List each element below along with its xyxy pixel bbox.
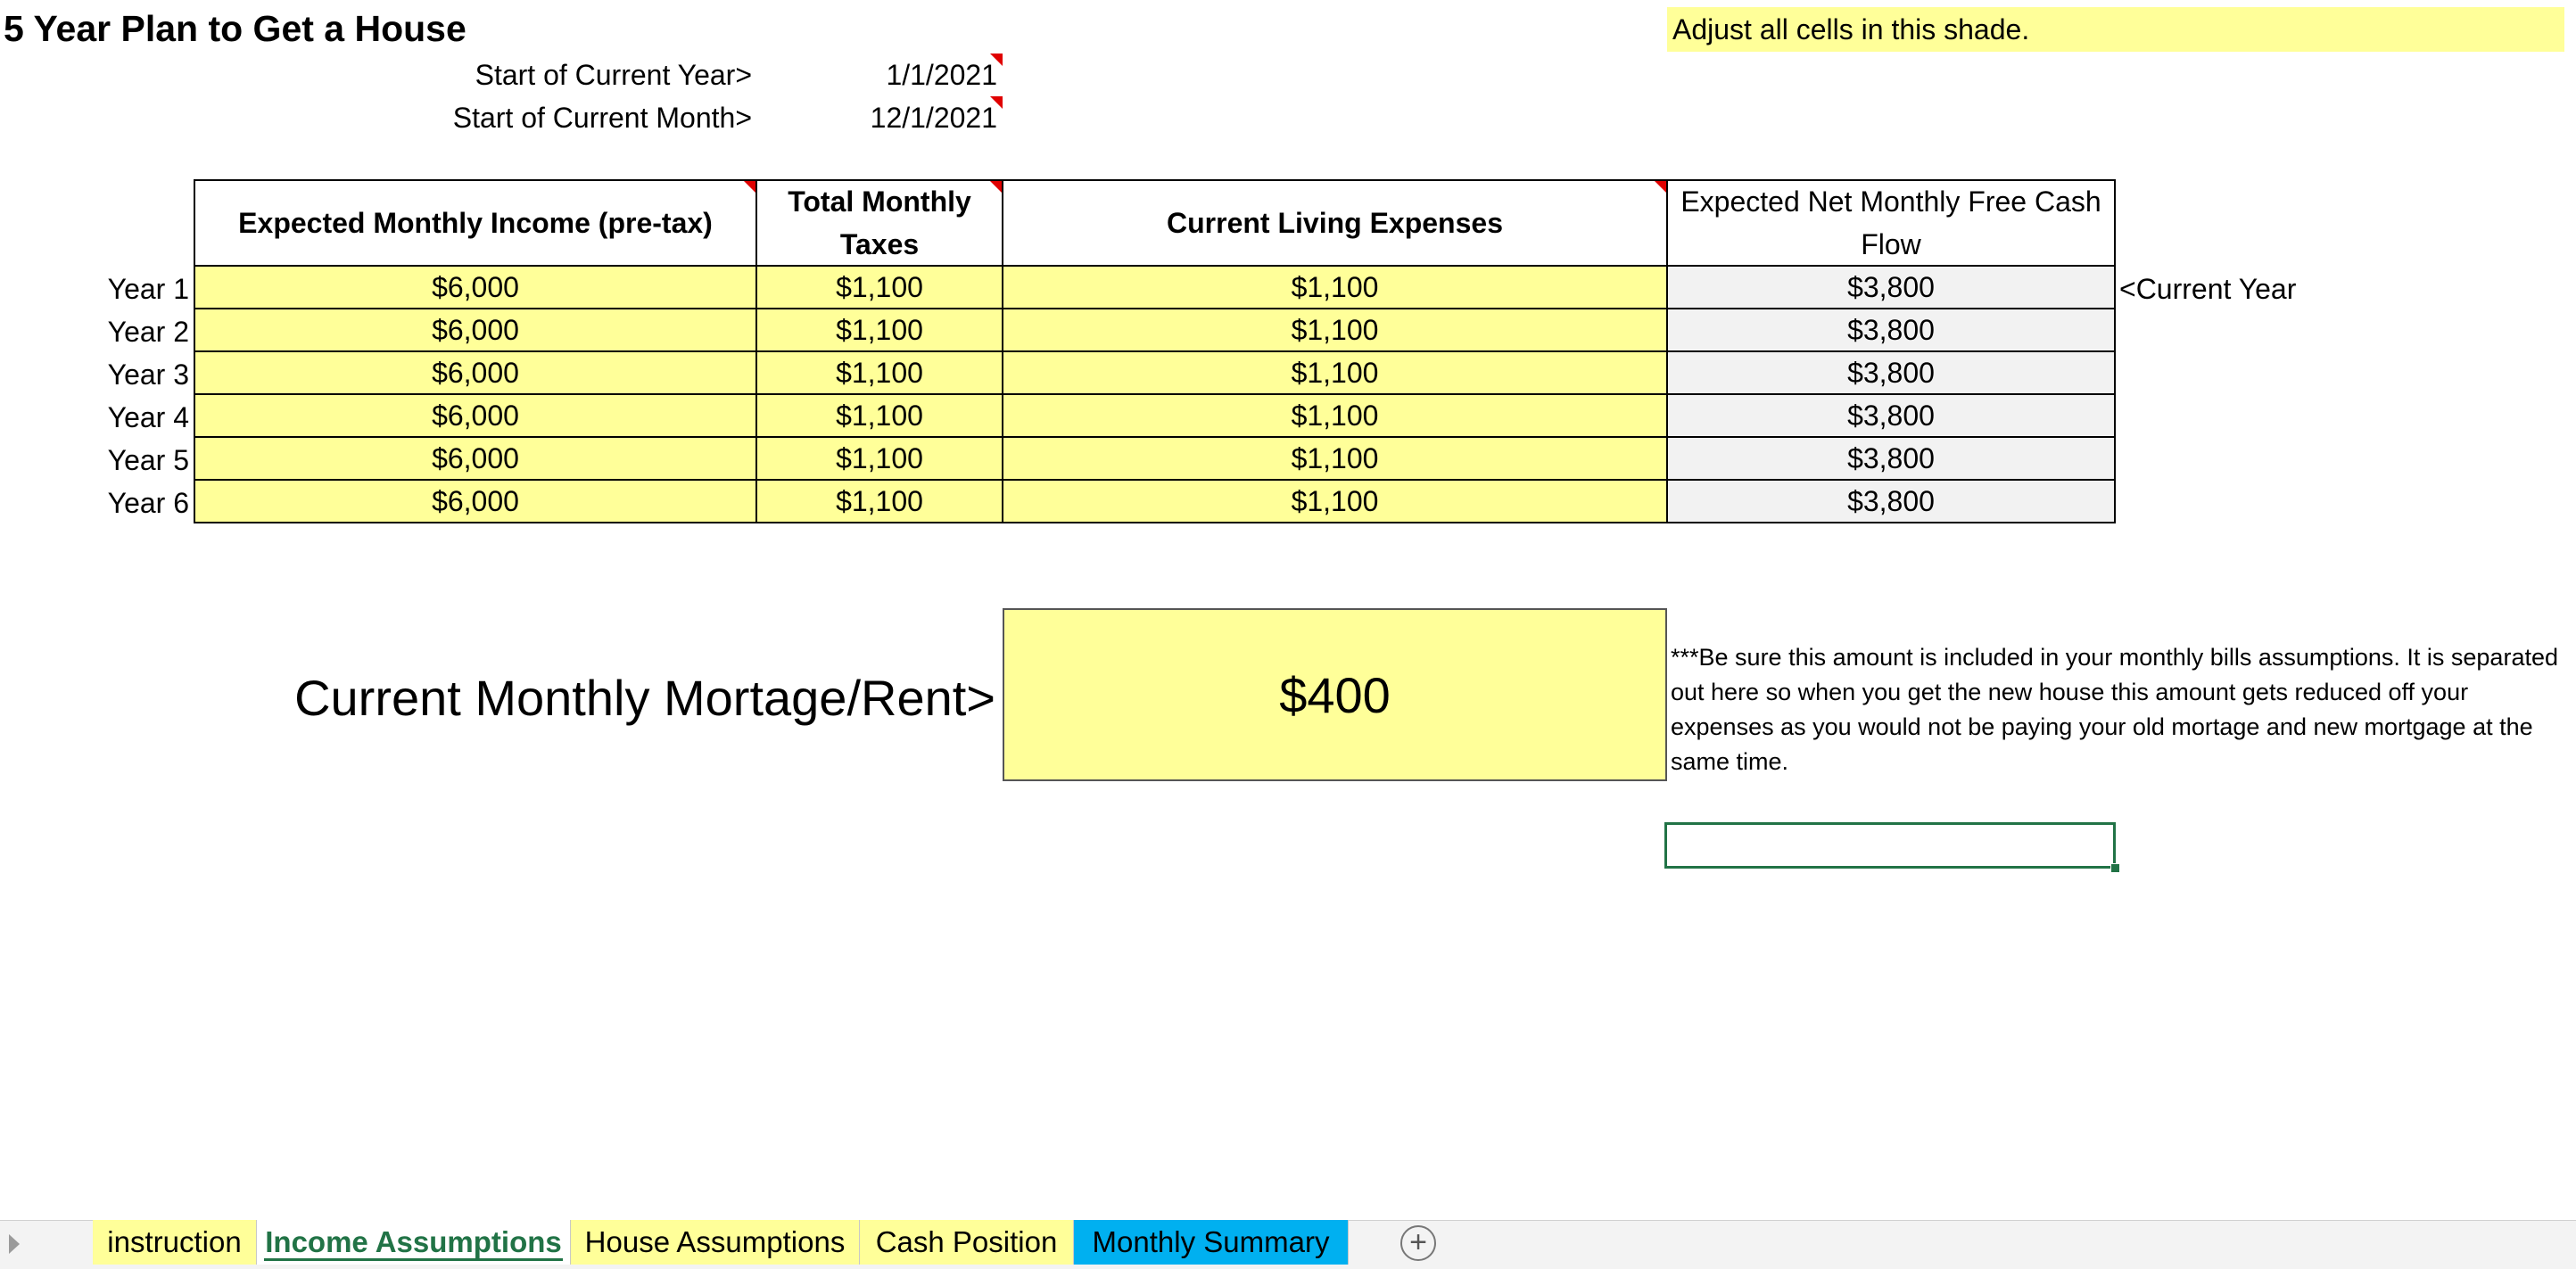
tab-cash-position[interactable]: Cash Position xyxy=(860,1220,1074,1265)
income-cell[interactable]: $6,000 xyxy=(194,394,756,437)
start-year-label[interactable]: Start of Current Year> xyxy=(375,54,752,96)
table-border xyxy=(194,350,2116,352)
current-year-marker[interactable]: <Current Year xyxy=(2119,268,2296,310)
mortgage-label[interactable]: Current Monthly Mortage/Rent> xyxy=(268,660,995,737)
header-taxes-text: Total Monthly Taxes xyxy=(788,185,971,260)
taxes-cell[interactable]: $1,100 xyxy=(756,480,1003,523)
net-cash-flow-cell[interactable]: $3,800 xyxy=(1667,480,2115,523)
table-border xyxy=(194,393,2116,395)
shade-legend-cell[interactable]: Adjust all cells in this shade. xyxy=(1667,7,2564,52)
table-border xyxy=(194,179,195,523)
table-border xyxy=(194,308,2116,309)
row-label-year-6[interactable]: Year 6 xyxy=(11,482,189,524)
table-border xyxy=(194,479,2116,481)
table-border xyxy=(1666,179,1668,523)
start-year-value[interactable]: 1/1/2021 xyxy=(803,54,997,96)
sheet-title[interactable]: 5 Year Plan to Get a House xyxy=(4,4,466,54)
selected-cell[interactable] xyxy=(1664,822,2116,869)
taxes-cell[interactable]: $1,100 xyxy=(756,309,1003,351)
comment-indicator-icon[interactable] xyxy=(990,54,1003,66)
row-label-year-1[interactable]: Year 1 xyxy=(11,268,189,310)
scroll-tabs-left-icon[interactable] xyxy=(9,1234,20,1254)
header-expenses-text: Current Living Expenses xyxy=(1167,207,1503,239)
net-cash-flow-cell[interactable]: $3,800 xyxy=(1667,309,2115,351)
income-cell[interactable]: $6,000 xyxy=(194,437,756,480)
income-cell[interactable]: $6,000 xyxy=(194,309,756,351)
tab-monthly-summary[interactable]: Monthly Summary xyxy=(1074,1220,1349,1265)
taxes-cell[interactable]: $1,100 xyxy=(756,394,1003,437)
expenses-cell[interactable]: $1,100 xyxy=(1003,266,1667,309)
mortgage-value: $400 xyxy=(1279,666,1391,723)
income-cell[interactable]: $6,000 xyxy=(194,480,756,523)
comment-indicator-icon[interactable] xyxy=(990,181,1003,194)
net-cash-flow-cell[interactable]: $3,800 xyxy=(1667,266,2115,309)
row-label-year-3[interactable]: Year 3 xyxy=(11,353,189,396)
table-border xyxy=(194,265,2116,267)
comment-indicator-icon[interactable] xyxy=(990,96,1003,109)
taxes-cell[interactable]: $1,100 xyxy=(756,266,1003,309)
header-income-text: Expected Monthly Income (pre-tax) xyxy=(238,207,713,239)
start-month-label[interactable]: Start of Current Month> xyxy=(375,96,752,139)
mortgage-note[interactable]: ***Be sure this amount is included in yo… xyxy=(1671,640,2572,779)
header-taxes[interactable]: Total Monthly Taxes xyxy=(756,180,1003,266)
table-border xyxy=(2114,179,2116,523)
income-cell[interactable]: $6,000 xyxy=(194,351,756,394)
expenses-cell[interactable]: $1,100 xyxy=(1003,351,1667,394)
net-cash-flow-cell[interactable]: $3,800 xyxy=(1667,394,2115,437)
header-net-cash-flow[interactable]: Expected Net Monthly Free Cash Flow xyxy=(1667,180,2115,266)
expenses-cell[interactable]: $1,100 xyxy=(1003,480,1667,523)
comment-indicator-icon[interactable] xyxy=(744,181,756,194)
comment-indicator-icon[interactable] xyxy=(1655,181,1667,194)
row-label-year-5[interactable]: Year 5 xyxy=(11,439,189,482)
table-border xyxy=(194,179,2116,181)
income-cell[interactable]: $6,000 xyxy=(194,266,756,309)
header-expenses[interactable]: Current Living Expenses xyxy=(1003,180,1667,266)
fill-handle[interactable] xyxy=(2110,863,2120,873)
taxes-cell[interactable]: $1,100 xyxy=(756,351,1003,394)
table-border xyxy=(194,522,2116,523)
expenses-cell[interactable]: $1,100 xyxy=(1003,437,1667,480)
row-label-year-2[interactable]: Year 2 xyxy=(11,310,189,353)
add-sheet-icon[interactable]: + xyxy=(1400,1225,1436,1261)
spreadsheet: 5 Year Plan to Get a House Adjust all ce… xyxy=(0,0,2576,1269)
header-income[interactable]: Expected Monthly Income (pre-tax) xyxy=(194,180,756,266)
tab-income-assumptions[interactable]: Income Assumptions xyxy=(257,1220,571,1265)
table-border xyxy=(194,436,2116,438)
row-label-year-4[interactable]: Year 4 xyxy=(11,396,189,439)
expenses-cell[interactable]: $1,100 xyxy=(1003,394,1667,437)
mortgage-value-cell[interactable]: $400 xyxy=(1003,608,1667,781)
net-cash-flow-cell[interactable]: $3,800 xyxy=(1667,351,2115,394)
tab-instruction[interactable]: instruction xyxy=(93,1220,257,1265)
start-month-value[interactable]: 12/1/2021 xyxy=(803,96,997,139)
table-border xyxy=(755,179,757,523)
net-cash-flow-cell[interactable]: $3,800 xyxy=(1667,437,2115,480)
tab-house-assumptions[interactable]: House Assumptions xyxy=(571,1220,860,1265)
table-border xyxy=(1002,179,1003,523)
expenses-cell[interactable]: $1,100 xyxy=(1003,309,1667,351)
header-net-cash-flow-text: Expected Net Monthly Free Cash Flow xyxy=(1680,185,2101,260)
taxes-cell[interactable]: $1,100 xyxy=(756,437,1003,480)
